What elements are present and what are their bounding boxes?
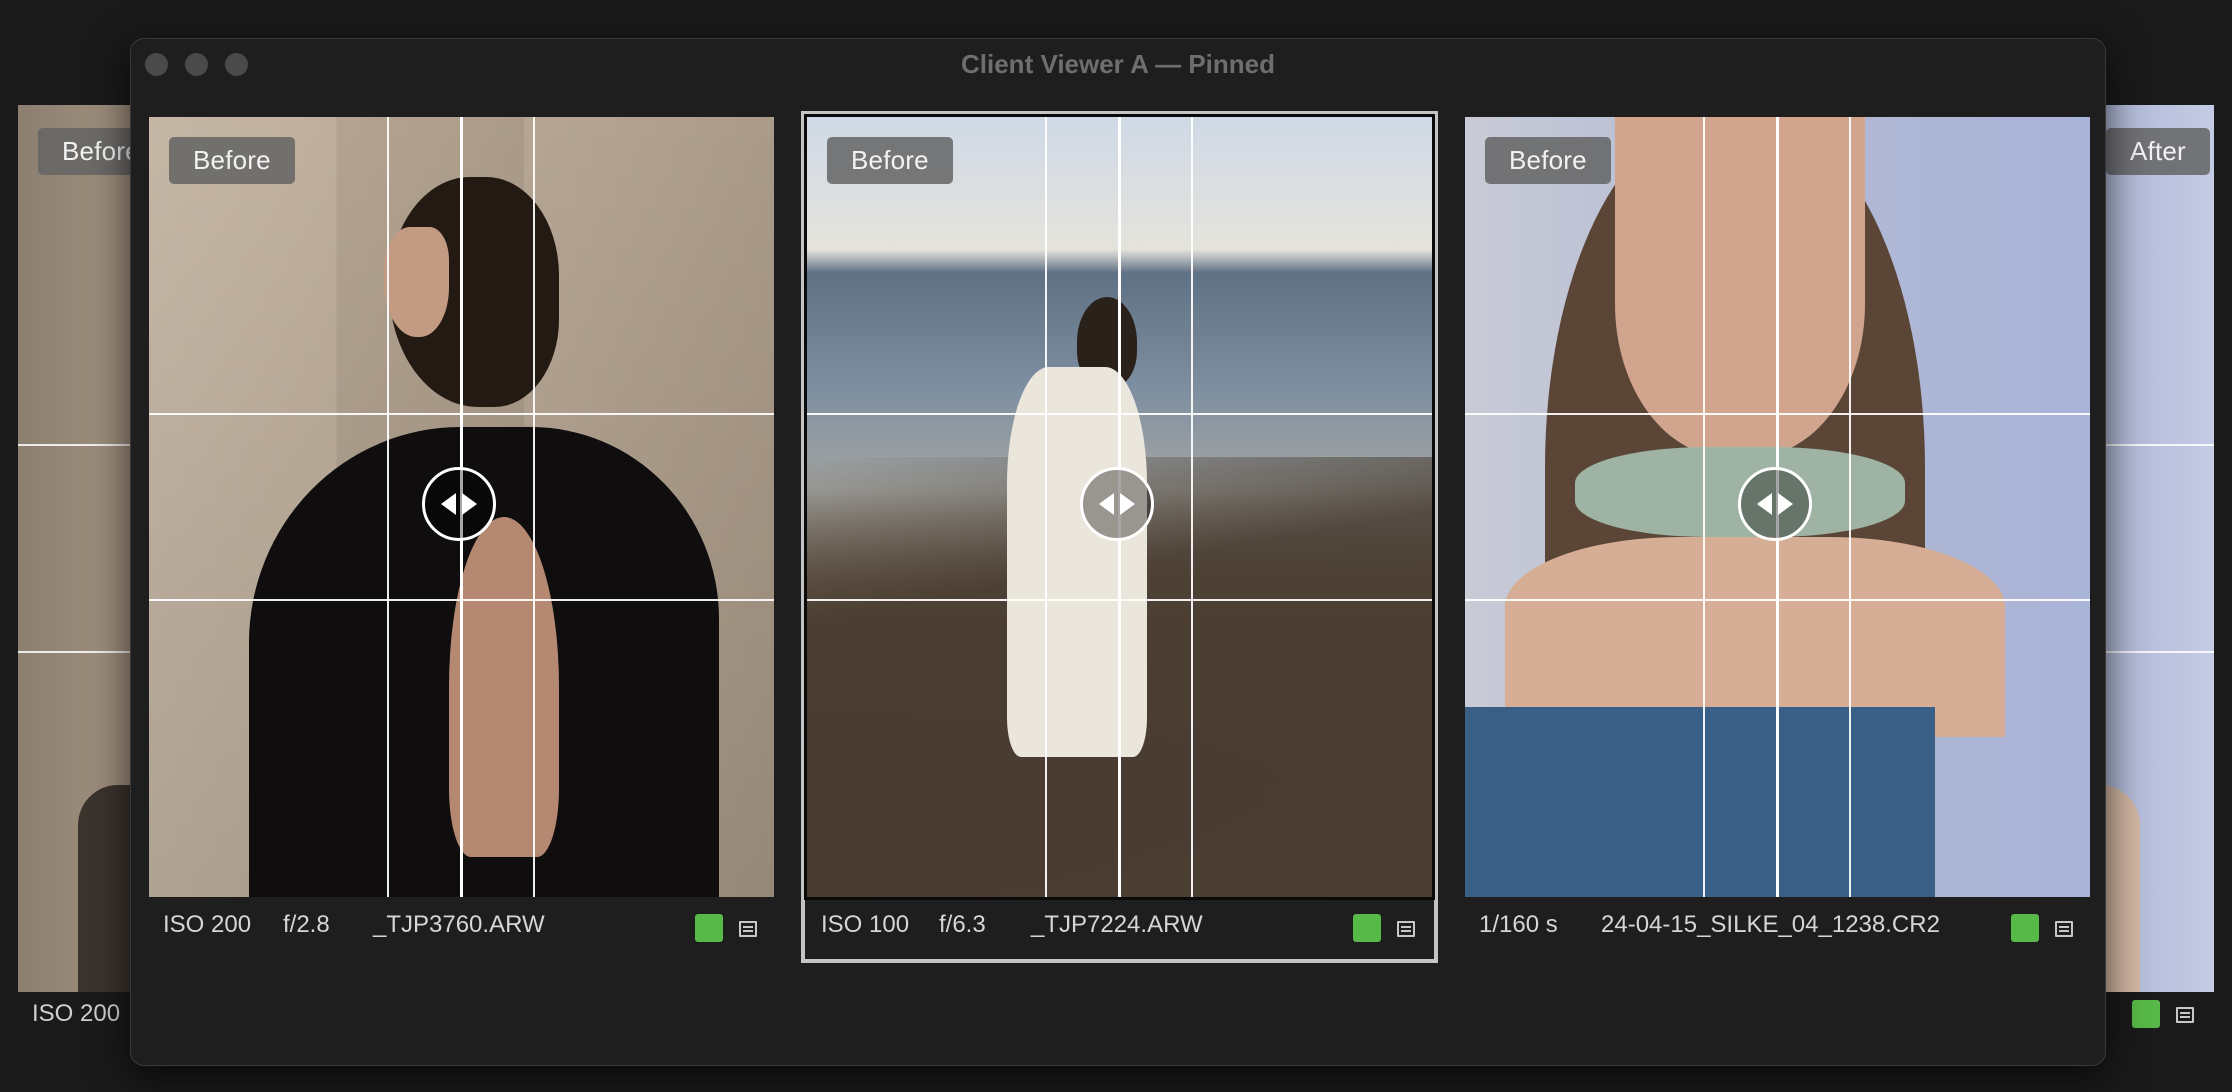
photo-shoulder	[2100, 785, 2140, 992]
grid-line	[18, 444, 130, 446]
shutter-speed-label: 1/160 s	[1479, 911, 1558, 938]
color-label-square-icon[interactable]	[695, 914, 723, 942]
aperture-label: f/6.3	[939, 911, 986, 938]
photo-preview[interactable]	[149, 117, 774, 897]
photo-cell-1[interactable]: Before ISO 200 f/2.8 _TJP3760.ARW	[149, 117, 774, 957]
notes-list-icon[interactable]	[2176, 1007, 2194, 1023]
subject-choker	[1575, 447, 1905, 537]
subject-back	[449, 517, 559, 857]
before-badge: Before	[827, 137, 953, 184]
subject-top	[1465, 707, 1935, 897]
notes-list-icon[interactable]	[2055, 921, 2073, 937]
subject-suit	[1007, 367, 1147, 757]
iso-label: ISO 200	[32, 1000, 121, 1027]
notes-list-icon[interactable]	[739, 921, 757, 937]
photo-shadow	[78, 785, 130, 992]
iso-label: ISO 100	[821, 911, 910, 938]
filename-label: 24-04-15_SILKE_04_1238.CR2	[1601, 911, 1940, 938]
color-label-square-icon[interactable]	[2132, 1000, 2160, 1028]
before-badge: Before	[1485, 137, 1611, 184]
photo-metadata-row: ISO 200 f/2.8 _TJP3760.ARW	[149, 897, 774, 957]
background-window-right-photo	[2100, 105, 2214, 992]
filename-label: _TJP7224.ARW	[1031, 911, 1203, 938]
photo-cell-3[interactable]: Before 1/160 s 24-04-15_SILKE_04_1238.CR…	[1465, 117, 2090, 957]
iso-label: ISO 200	[163, 911, 252, 938]
before-badge: Before	[169, 137, 295, 184]
background-window-left-photo	[18, 105, 130, 992]
after-badge: After	[2106, 128, 2210, 175]
grid-line	[2100, 444, 2214, 446]
filename-label: _TJP3760.ARW	[373, 911, 545, 938]
photo-metadata-row: ISO 100 f/6.3 _TJP7224.ARW	[807, 897, 1432, 957]
photo-metadata-row: 1/160 s 24-04-15_SILKE_04_1238.CR2	[1465, 897, 2090, 957]
notes-list-icon[interactable]	[1397, 921, 1415, 937]
subject-face	[384, 227, 449, 337]
aperture-label: f/2.8	[283, 911, 330, 938]
subject-face	[1615, 117, 1865, 457]
photo-preview[interactable]	[804, 114, 1435, 900]
color-label-square-icon[interactable]	[1353, 914, 1381, 942]
grid-line	[18, 651, 130, 653]
client-viewer-window: Client Viewer A — Pinned Before ISO 200 …	[130, 38, 2106, 1066]
color-label-square-icon[interactable]	[2011, 914, 2039, 942]
photo-cell-2[interactable]: Before ISO 100 f/6.3 _TJP7224.ARW	[801, 111, 1438, 963]
window-title: Client Viewer A — Pinned	[961, 49, 1275, 79]
photo-preview[interactable]	[1465, 117, 2090, 897]
grid-line	[2100, 651, 2214, 653]
